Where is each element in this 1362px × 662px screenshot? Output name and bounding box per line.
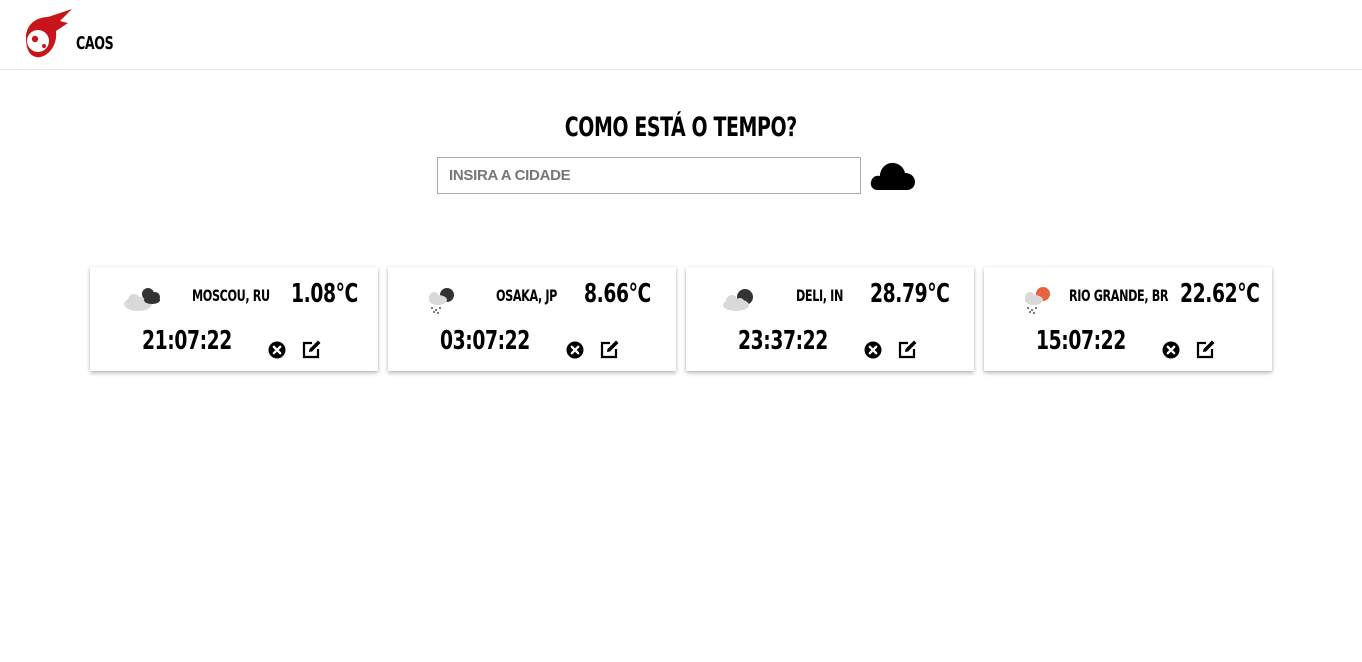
edit-icon	[1196, 340, 1215, 359]
card-local-time: 21:07:22	[142, 326, 232, 356]
cloud-icon	[870, 162, 915, 190]
card-temperature: 1.08°C	[291, 279, 358, 309]
edit-card-button[interactable]	[300, 339, 322, 361]
card-local-time: 03:07:22	[440, 326, 530, 356]
broken-clouds-icon	[124, 288, 160, 311]
city-search-input[interactable]	[437, 157, 861, 194]
night-rain-icon	[429, 288, 454, 314]
navbar: CAOS	[0, 0, 1362, 70]
weather-card: RIO GRANDE, BR 22.62°C 15:07:22	[984, 267, 1272, 371]
delete-card-button[interactable]	[267, 340, 287, 360]
close-circle-icon	[864, 341, 882, 359]
edit-icon	[898, 340, 917, 359]
delete-card-button[interactable]	[863, 340, 883, 360]
card-city: RIO GRANDE, BR	[1069, 286, 1169, 305]
brand-name[interactable]: CAOS	[76, 33, 114, 54]
card-city: DELI, IN	[796, 286, 843, 305]
night-cloudy-icon	[723, 289, 753, 311]
close-circle-icon	[566, 341, 584, 359]
weather-card: MOSCOU, RU 1.08°C 21:07:22	[90, 267, 378, 371]
edit-card-button[interactable]	[598, 339, 620, 361]
close-circle-icon	[268, 341, 286, 359]
edit-icon	[600, 340, 619, 359]
card-city: MOSCOU, RU	[192, 286, 270, 305]
card-local-time: 23:37:22	[738, 326, 828, 356]
day-rain-icon	[1025, 287, 1050, 314]
delete-card-button[interactable]	[565, 340, 585, 360]
edit-card-button[interactable]	[896, 339, 918, 361]
delete-card-button[interactable]	[1161, 340, 1181, 360]
page-title: COMO ESTÁ O TEMPO?	[564, 112, 798, 143]
edit-icon	[302, 340, 321, 359]
card-temperature: 28.79°C	[870, 279, 950, 309]
card-temperature: 8.66°C	[584, 279, 651, 309]
card-city: OSAKA, JP	[496, 286, 558, 305]
card-local-time: 15:07:22	[1036, 326, 1126, 356]
edit-card-button[interactable]	[1194, 339, 1216, 361]
meteor-logo-icon[interactable]	[22, 9, 74, 61]
close-circle-icon	[1162, 341, 1180, 359]
weather-card: DELI, IN 28.79°C 23:37:22	[686, 267, 974, 371]
weather-card: OSAKA, JP 8.66°C 03:07:22	[388, 267, 676, 371]
search-button[interactable]	[869, 156, 917, 196]
card-temperature: 22.62°C	[1180, 279, 1260, 309]
